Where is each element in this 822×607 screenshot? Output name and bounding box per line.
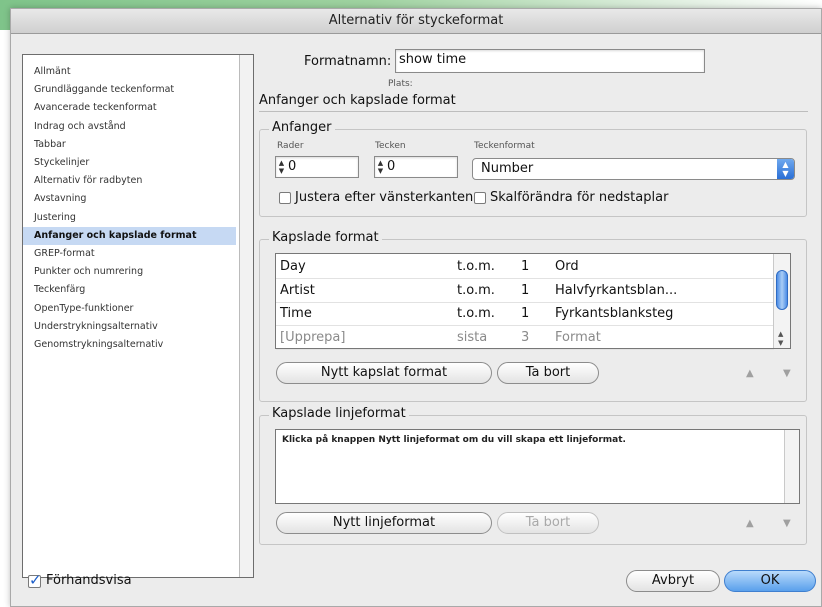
new-line-style-button[interactable]: Nytt linjeformat	[276, 512, 492, 534]
lines-value: 0	[288, 159, 297, 174]
ok-button[interactable]: OK	[724, 570, 816, 592]
nested-style-style[interactable]: [Upprepa]	[280, 326, 345, 349]
character-style-value: Number	[481, 161, 534, 176]
sidebar-item[interactable]: Anfanger och kapslade format	[23, 226, 236, 245]
nested-styles-table[interactable]: Day t.o.m. 1 Ord Artist t.o.m. 1 Halvfyrkantsbl…	[275, 253, 791, 350]
location-label: Plats:	[388, 79, 413, 89]
nested-line-styles-hint: Klicka på knappen Nytt linjeformat om du…	[282, 435, 626, 445]
lines-stepper[interactable]: ▲ ▼ 0	[275, 156, 359, 178]
category-list-scrollbar[interactable]	[239, 55, 253, 577]
nested-style-unit[interactable]: Fyrkantsblanksteg	[555, 302, 673, 325]
table-row[interactable]: [Upprepa] sista 3 Format	[276, 326, 774, 350]
align-left-edge-label: Justera efter vänsterkanten	[295, 190, 474, 205]
character-style-select[interactable]: Number ▲ ▼	[472, 158, 795, 180]
nested-line-styles-title: Kapslade linjeformat	[269, 406, 409, 421]
nested-style-unit[interactable]: Format	[555, 326, 601, 349]
sidebar-item[interactable]: Alternativ för radbyten	[23, 172, 236, 190]
align-left-edge-checkbox[interactable]	[279, 192, 291, 204]
sidebar-item[interactable]: OpenType-funktioner	[23, 300, 236, 318]
style-name-field[interactable]: show time	[395, 49, 705, 73]
cancel-button[interactable]: Avbryt	[626, 570, 720, 592]
table-row[interactable]: Time t.o.m. 1 Fyrkantsblanksteg	[276, 302, 774, 326]
sidebar-item[interactable]: GREP-format	[23, 245, 236, 263]
stepper-arrows-icon[interactable]: ▲ ▼	[377, 159, 384, 175]
style-name-label: Formatnamn:	[304, 54, 392, 69]
nested-style-style[interactable]: Time	[280, 302, 312, 325]
scroll-thumb[interactable]	[776, 270, 788, 310]
nested-styles-title: Kapslade format	[269, 230, 382, 245]
character-style-label: Teckenformat	[474, 141, 535, 151]
nested-styles-scrollbar[interactable]: ▲ ▼	[773, 254, 790, 348]
sidebar-item[interactable]: Tabbar	[23, 136, 236, 154]
characters-stepper[interactable]: ▲ ▼ 0	[374, 156, 458, 178]
checkmark-icon: ✓	[29, 571, 42, 589]
nested-style-mode[interactable]: t.o.m.	[457, 302, 495, 325]
paragraph-style-options-dialog: Alternativ för styckeformat Allmänt Grund…	[10, 8, 822, 607]
nested-style-mode[interactable]: t.o.m.	[457, 255, 495, 278]
nested-style-count[interactable]: 1	[521, 279, 529, 302]
preview-checkbox[interactable]: ✓	[28, 571, 42, 589]
section-title: Anfanger och kapslade format	[259, 93, 456, 108]
category-list[interactable]: Allmänt Grundläggande teckenformat Avancer…	[22, 54, 254, 578]
section-divider	[259, 111, 808, 112]
scroll-up-arrow-icon[interactable]: ▲	[778, 330, 783, 338]
stepper-arrows-icon[interactable]: ▲ ▼	[278, 159, 285, 175]
characters-label: Tecken	[375, 141, 406, 151]
drop-caps-title: Anfanger	[269, 120, 335, 135]
sidebar-item[interactable]: Grundläggande teckenformat	[23, 81, 236, 99]
delete-nested-style-button[interactable]: Ta bort	[497, 362, 599, 384]
sidebar-item[interactable]: Justering	[23, 209, 236, 227]
window-title: Alternativ för styckeformat	[11, 9, 821, 34]
sidebar-item[interactable]: Understrykningsalternativ	[23, 318, 236, 336]
move-up-icon[interactable]: ▲	[746, 518, 754, 529]
table-row[interactable]: Artist t.o.m. 1 Halvfyrkantsblan...	[276, 279, 774, 303]
nested-style-unit[interactable]: Halvfyrkantsblan...	[555, 279, 677, 302]
sidebar-item[interactable]: Allmänt	[23, 63, 236, 81]
sidebar-item[interactable]: Teckenfärg	[23, 281, 236, 299]
nested-style-count[interactable]: 1	[521, 302, 529, 325]
delete-line-style-button[interactable]: Ta bort	[497, 512, 599, 534]
nested-style-style[interactable]: Artist	[280, 279, 315, 302]
sidebar-item[interactable]: Avancerade teckenformat	[23, 99, 236, 117]
characters-value: 0	[387, 159, 396, 174]
sidebar-item[interactable]: Genomstrykningsalternativ	[23, 336, 236, 354]
sidebar-item[interactable]: Styckelinjer	[23, 154, 236, 172]
scroll-down-arrow-icon[interactable]: ▼	[778, 339, 783, 347]
lines-label: Rader	[277, 141, 304, 151]
nested-style-unit[interactable]: Ord	[555, 255, 579, 278]
move-down-icon[interactable]: ▼	[783, 368, 791, 379]
preview-label: Förhandsvisa	[46, 573, 132, 588]
nested-line-styles-scrollbar[interactable]	[784, 430, 799, 503]
table-row[interactable]: Day t.o.m. 1 Ord	[276, 255, 774, 279]
nested-style-mode[interactable]: t.o.m.	[457, 279, 495, 302]
nested-line-styles-table[interactable]: Klicka på knappen Nytt linjeformat om du…	[275, 429, 800, 504]
nested-style-count[interactable]: 1	[521, 255, 529, 278]
sidebar-item[interactable]: Punkter och numrering	[23, 263, 236, 281]
move-up-icon[interactable]: ▲	[746, 368, 754, 379]
new-nested-style-button[interactable]: Nytt kapslat format	[276, 362, 492, 384]
nested-style-count[interactable]: 3	[521, 326, 529, 349]
popup-arrows-icon: ▲ ▼	[777, 159, 794, 179]
nested-style-style[interactable]: Day	[280, 255, 306, 278]
move-down-icon[interactable]: ▼	[783, 518, 791, 529]
sidebar-item[interactable]: Indrag och avstånd	[23, 118, 236, 136]
scale-descenders-checkbox[interactable]	[474, 192, 486, 204]
nested-style-mode[interactable]: sista	[457, 326, 487, 349]
scale-descenders-label: Skalförändra för nedstaplar	[490, 190, 669, 205]
sidebar-item[interactable]: Avstavning	[23, 190, 236, 208]
